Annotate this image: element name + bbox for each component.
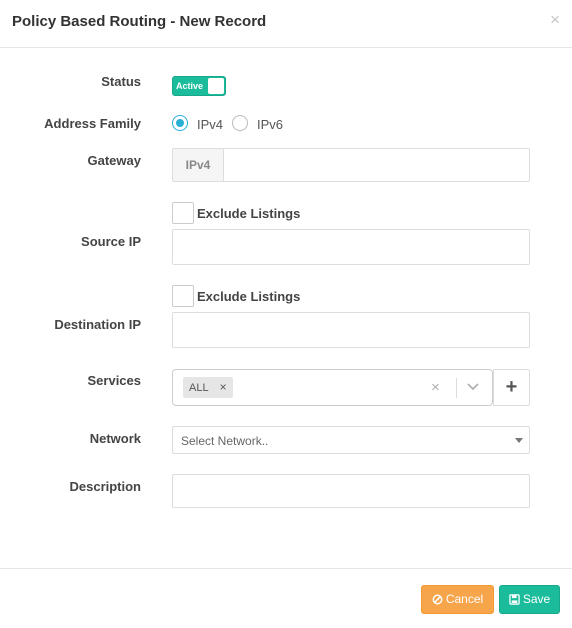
network-label: Network [89,431,141,446]
toggle-knob [208,78,224,94]
radio-ipv6[interactable] [232,115,248,131]
destination-exclude-checkbox[interactable] [172,285,194,307]
save-label: Save [522,592,551,606]
caret-down-icon [515,438,523,443]
gateway-input[interactable] [223,148,530,182]
radio-ipv6-label: IPv6 [257,117,284,132]
service-tag-label: ALL [189,382,209,394]
status-toggle-text: Active [176,81,204,91]
status-toggle[interactable]: Active [172,76,226,96]
modal-title: Policy Based Routing - New Record [12,13,267,30]
source-exclude-label: Exclude Listings [197,206,301,221]
cancel-label: Cancel [445,592,484,606]
destination-exclude-label: Exclude Listings [197,289,301,304]
radio-ipv4-label: IPv4 [197,117,224,132]
service-tag: ALL × [183,377,233,398]
radio-ipv4[interactable] [172,115,188,131]
save-button[interactable]: Save [499,585,560,614]
modal-footer: Cancel Save [0,568,572,628]
description-label: Description [69,479,141,494]
gateway-addon: IPv4 [172,148,224,182]
clear-icon[interactable]: × [431,379,440,396]
divider [456,378,457,398]
status-label: Status [101,74,141,89]
network-select[interactable]: Select Network.. [172,426,530,454]
floppy-icon [509,594,520,605]
address-family-label: Address Family [44,116,141,131]
network-placeholder: Select Network.. [181,434,269,448]
services-label: Services [87,373,142,388]
ban-icon [432,594,443,605]
tag-remove-icon[interactable]: × [220,377,227,398]
destination-ip-label: Destination IP [54,317,141,332]
close-icon[interactable]: × [550,11,560,28]
source-exclude-checkbox[interactable] [172,202,194,224]
source-ip-label: Source IP [81,234,141,249]
modal-header: Policy Based Routing - New Record × [0,0,572,48]
chevron-down-icon[interactable] [465,376,481,403]
services-multiselect[interactable]: ALL × × [172,369,493,406]
source-ip-input[interactable] [172,229,530,265]
destination-ip-input[interactable] [172,312,530,348]
add-service-button[interactable]: + [493,369,530,406]
description-input[interactable] [172,474,530,508]
gateway-label: Gateway [87,153,141,168]
cancel-button[interactable]: Cancel [421,585,494,614]
